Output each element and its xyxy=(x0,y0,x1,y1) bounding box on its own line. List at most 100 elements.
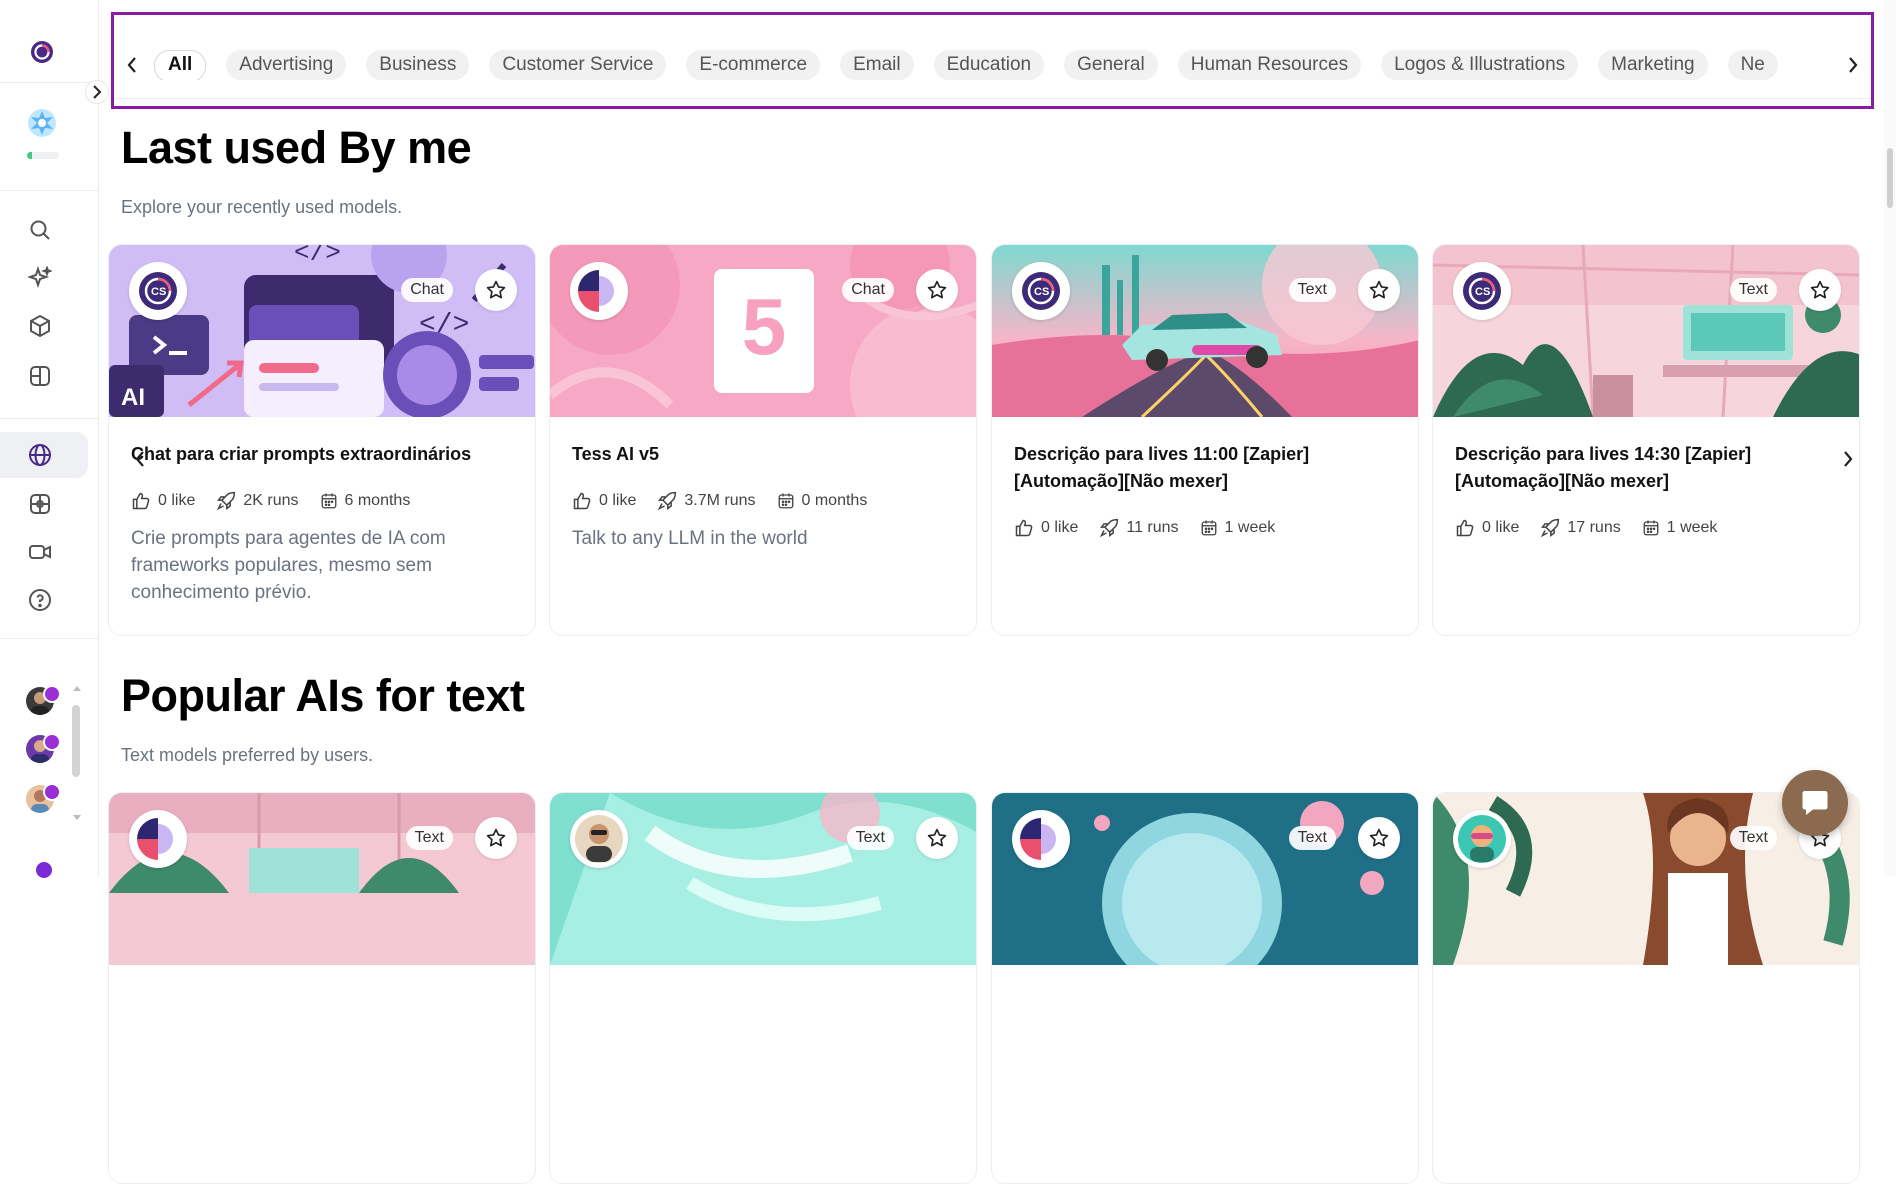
globe-icon[interactable] xyxy=(28,443,52,467)
sidebar-divider xyxy=(0,418,98,419)
favorite-button[interactable] xyxy=(916,817,958,859)
favorite-button[interactable] xyxy=(475,269,517,311)
category-scroll-left-button[interactable] xyxy=(119,51,145,79)
help-icon[interactable] xyxy=(28,588,52,612)
card-age: 1 week xyxy=(1224,519,1276,536)
category-pill-ecommerce[interactable]: E-commerce xyxy=(686,50,821,80)
card-title: Chat para criar prompts extraordinários xyxy=(131,444,472,464)
category-pill-education[interactable]: Education xyxy=(933,50,1045,80)
cube-icon[interactable] xyxy=(28,314,52,338)
sparkle-icon[interactable] xyxy=(28,266,52,290)
category-filter-bar: All Advertising Business Customer Servic… xyxy=(111,12,1874,109)
section-title-recent: Last used By me xyxy=(121,122,472,173)
category-scroll-right-button[interactable] xyxy=(1840,51,1866,79)
card-type-badge: Chat xyxy=(401,278,453,302)
model-card[interactable]: Text xyxy=(1432,792,1860,1184)
card-type-badge: Text xyxy=(1288,826,1336,850)
svg-text:AI: AI xyxy=(121,384,145,411)
support-chat-button[interactable] xyxy=(1782,770,1848,836)
film-grid-icon[interactable] xyxy=(28,492,52,516)
favorite-button[interactable] xyxy=(1358,269,1400,311)
sidebar-divider xyxy=(0,638,98,639)
card-type-badge: Text xyxy=(846,826,894,850)
user-badge xyxy=(43,685,61,703)
model-logo xyxy=(570,262,628,320)
category-pill-marketing[interactable]: Marketing xyxy=(1598,50,1708,80)
page-scrollbar-thumb[interactable] xyxy=(1887,148,1893,208)
section-subtitle-popular: Text models preferred by users. xyxy=(121,745,374,765)
rocket-icon xyxy=(217,491,236,511)
calendar-icon xyxy=(778,493,793,509)
favorite-button[interactable] xyxy=(916,269,958,311)
run-count: 3.7M runs xyxy=(684,492,756,509)
category-pill-advertising[interactable]: Advertising xyxy=(226,50,347,80)
calendar-icon xyxy=(1201,520,1216,536)
category-pill-customer-service[interactable]: Customer Service xyxy=(489,50,667,80)
usage-progress-bar xyxy=(27,152,59,159)
model-logo xyxy=(1453,810,1511,868)
user-badge xyxy=(43,783,61,801)
page-scrollbar[interactable] xyxy=(1884,0,1896,876)
star-icon xyxy=(486,280,506,299)
category-pill-all[interactable]: All xyxy=(154,50,207,80)
model-card[interactable]: Text xyxy=(549,792,977,1184)
card-image-number: 5 xyxy=(741,282,787,371)
carousel-prev-button[interactable] xyxy=(128,445,152,473)
star-icon xyxy=(927,280,947,299)
app-logo[interactable] xyxy=(30,40,54,64)
model-card[interactable]: CS Text Descrição para lives 11:00 [Zapi… xyxy=(991,244,1419,636)
card-meta: 0 like 17 runs 1 week xyxy=(1455,518,1731,538)
category-list: All Advertising Business Customer Servic… xyxy=(154,50,1831,80)
svg-text:</>: </> xyxy=(294,245,341,268)
like-count: 0 like xyxy=(158,492,196,509)
card-meta: 0 like 3.7M runs 0 months xyxy=(572,491,881,511)
workspace-avatar[interactable] xyxy=(27,108,57,138)
chevron-right-icon xyxy=(93,85,102,99)
star-icon xyxy=(486,828,506,847)
category-pill-general[interactable]: General xyxy=(1064,50,1158,80)
expand-sidebar-button[interactable] xyxy=(85,80,109,104)
category-pill-business[interactable]: Business xyxy=(366,50,470,80)
card-description: Crie prompts para agentes de IA com fram… xyxy=(131,528,446,603)
category-pill-next[interactable]: Ne xyxy=(1727,50,1778,80)
chevron-left-icon xyxy=(127,57,136,73)
sidebar-divider xyxy=(0,82,98,83)
video-icon[interactable] xyxy=(28,540,52,564)
card-type-badge: Text xyxy=(405,826,453,850)
model-card[interactable]: AI </> </> CS Chat Chat para criar promp… xyxy=(108,244,536,636)
category-pill-email[interactable]: Email xyxy=(840,50,914,80)
chat-bubble-icon xyxy=(1802,791,1828,815)
favorite-button[interactable] xyxy=(1358,817,1400,859)
model-logo: CS xyxy=(129,262,187,320)
card-age: 0 months xyxy=(801,492,868,509)
star-icon xyxy=(1369,280,1389,299)
model-logo xyxy=(570,810,628,868)
users-scrollbar-thumb[interactable] xyxy=(72,705,80,777)
card-age: 6 months xyxy=(344,492,411,509)
model-card[interactable]: Text xyxy=(991,792,1419,1184)
model-logo: CS xyxy=(1453,262,1511,320)
star-icon xyxy=(1369,828,1389,847)
svg-text:CS: CS xyxy=(1475,286,1490,298)
section-title-popular: Popular AIs for text xyxy=(121,670,525,721)
category-pill-logos-illustrations[interactable]: Logos & Illustrations xyxy=(1381,50,1579,80)
card-type-badge: Chat xyxy=(842,278,894,302)
card-age: 1 week xyxy=(1666,519,1718,536)
card-meta: 0 like 2K runs 6 months xyxy=(131,491,424,511)
user-badge xyxy=(43,733,61,751)
model-logo xyxy=(1012,810,1070,868)
run-count: 11 runs xyxy=(1126,519,1179,536)
layout-icon[interactable] xyxy=(28,364,52,388)
carousel-next-button[interactable] xyxy=(1836,445,1860,473)
favorite-button[interactable] xyxy=(475,817,517,859)
category-pill-human-resources[interactable]: Human Resources xyxy=(1177,50,1362,80)
model-card[interactable]: 5 Chat Tess AI v5 0 like 3.7M runs 0 mon… xyxy=(549,244,977,636)
sidebar-divider xyxy=(0,190,98,191)
chevron-right-icon xyxy=(1849,57,1858,73)
model-card[interactable]: CS Text Descrição para lives 14:30 [Zapi… xyxy=(1432,244,1860,636)
card-title: Tess AI v5 xyxy=(572,444,660,464)
model-card[interactable]: Text xyxy=(108,792,536,1184)
search-icon[interactable] xyxy=(28,218,52,242)
thumbs-up-icon xyxy=(132,492,150,510)
favorite-button[interactable] xyxy=(1799,269,1841,311)
